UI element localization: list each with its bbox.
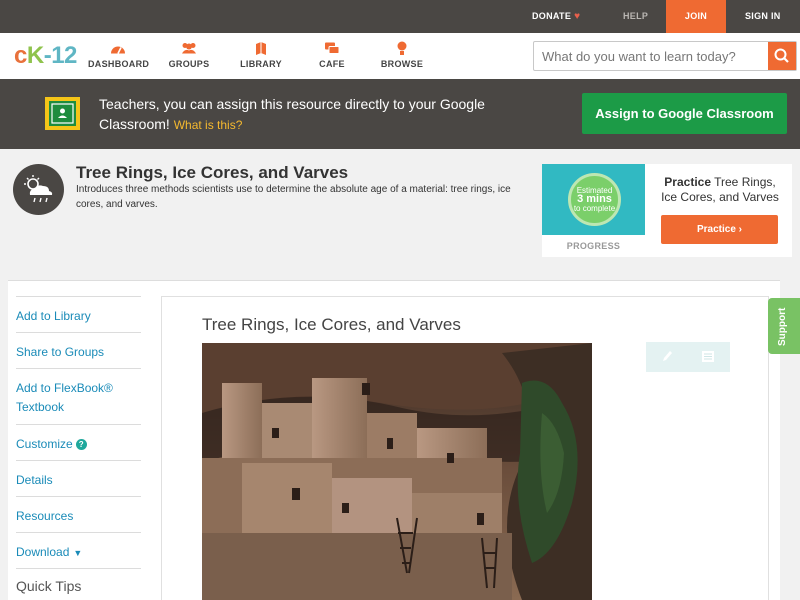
dashboard-icon: [111, 46, 125, 54]
sidebar-item-add-to-library[interactable]: Add to Library: [16, 296, 141, 332]
join-button[interactable]: JOIN: [666, 0, 726, 33]
classroom-message: Teachers, you can assign this resource d…: [99, 94, 539, 135]
practice-title: Practice Tree Rings, Ice Cores, and Varv…: [655, 175, 785, 205]
sidebar-item-label: Add to Library: [16, 309, 91, 323]
practice-button-label: Practice: [696, 224, 736, 235]
cliff-dwelling-image: [202, 343, 592, 600]
search-input[interactable]: [534, 42, 768, 70]
ck12-logo[interactable]: cK-12: [14, 42, 77, 70]
estimate-badge: Estimated 3 mins to complete: [568, 173, 621, 226]
notes-icon[interactable]: [701, 350, 715, 363]
nav-cafe[interactable]: CAFE: [316, 41, 348, 69]
sidebar-item-resources[interactable]: Resources: [16, 496, 141, 532]
sidebar-item-label: Details: [16, 473, 53, 487]
chevron-right-icon: ›: [738, 224, 743, 235]
practice-title-bold: Practice: [664, 175, 711, 189]
library-icon: [256, 42, 266, 55]
lesson-title: Tree Rings, Ice Cores, and Varves: [76, 163, 349, 182]
browse-icon: [397, 41, 407, 55]
heart-icon: ♥: [574, 11, 581, 22]
practice-button[interactable]: Practice ›: [661, 215, 778, 244]
sidebar-item-add-to-flexbook[interactable]: Add to FlexBook® Textbook: [16, 368, 141, 424]
search-icon: [774, 48, 789, 63]
search-box: [533, 41, 797, 71]
nav-library-label: LIBRARY: [240, 59, 282, 69]
pencil-icon[interactable]: [661, 349, 673, 363]
help-link[interactable]: HELP: [623, 0, 648, 33]
lesson-description: Introduces three methods scientists use …: [76, 184, 511, 210]
nav-groups[interactable]: GROUPS: [168, 41, 210, 69]
donate-label: DONATE: [532, 11, 572, 21]
logo-k: K: [26, 42, 44, 69]
weather-icon: [24, 175, 53, 203]
groups-icon: [182, 43, 196, 54]
sidebar-item-label: Download: [16, 545, 70, 559]
assign-to-google-classroom-button[interactable]: Assign to Google Classroom: [582, 93, 787, 134]
donate-link[interactable]: DONATE ♥: [532, 0, 580, 33]
logo-rest: -12: [43, 42, 78, 69]
annotation-toolbar: [646, 342, 730, 372]
estimate-to-complete: to complete: [573, 204, 616, 213]
sidebar-item-customize[interactable]: Customize?: [16, 424, 141, 460]
classroom-text: Teachers, you can assign this resource d…: [99, 96, 485, 132]
estimate-mins: 3 mins: [577, 193, 612, 205]
sidebar-item-label: Share to Groups: [16, 345, 105, 359]
nav-library[interactable]: LIBRARY: [240, 41, 282, 69]
progress-label: PROGRESS: [566, 241, 621, 251]
sidebar-item-label: Add to FlexBook® Textbook: [16, 381, 113, 414]
what-is-this-link[interactable]: What is this?: [174, 118, 243, 132]
nav-cafe-label: CAFE: [319, 59, 345, 69]
top-utility-bar: DONATE ♥ HELP JOIN SIGN IN: [0, 0, 800, 33]
sidebar-item-label: Customize: [16, 437, 73, 451]
sidebar-item-share-to-groups[interactable]: Share to Groups: [16, 332, 141, 368]
sidebar-item-download[interactable]: Download ▼: [16, 532, 141, 568]
article-title: Tree Rings, Ice Cores, and Varves: [202, 315, 461, 334]
nav-dashboard[interactable]: DASHBOARD: [88, 41, 150, 69]
sign-in-link[interactable]: SIGN IN: [745, 0, 781, 33]
nav-groups-label: GROUPS: [168, 59, 210, 69]
sidebar-item-label: Resources: [16, 509, 74, 523]
logo-c: c: [14, 42, 27, 69]
caret-down-icon: ▼: [73, 548, 83, 558]
nav-browse[interactable]: BROWSE: [380, 41, 424, 69]
support-tab[interactable]: Support: [768, 298, 800, 354]
practice-card: Estimated 3 mins to complete PROGRESS Pr…: [542, 164, 792, 257]
help-icon[interactable]: ?: [75, 439, 87, 450]
sidebar-item-details[interactable]: Details: [16, 460, 141, 496]
nav-browse-label: BROWSE: [380, 59, 424, 69]
google-classroom-icon: [45, 97, 80, 130]
practice-banner: Estimated 3 mins to complete: [542, 164, 645, 235]
support-label: Support: [777, 307, 788, 346]
modality-circle: [13, 164, 64, 215]
search-button[interactable]: [768, 42, 796, 70]
quick-tips-heading[interactable]: Quick Tips: [16, 578, 81, 594]
nav-dashboard-label: DASHBOARD: [88, 59, 150, 69]
cafe-icon: [325, 42, 340, 54]
